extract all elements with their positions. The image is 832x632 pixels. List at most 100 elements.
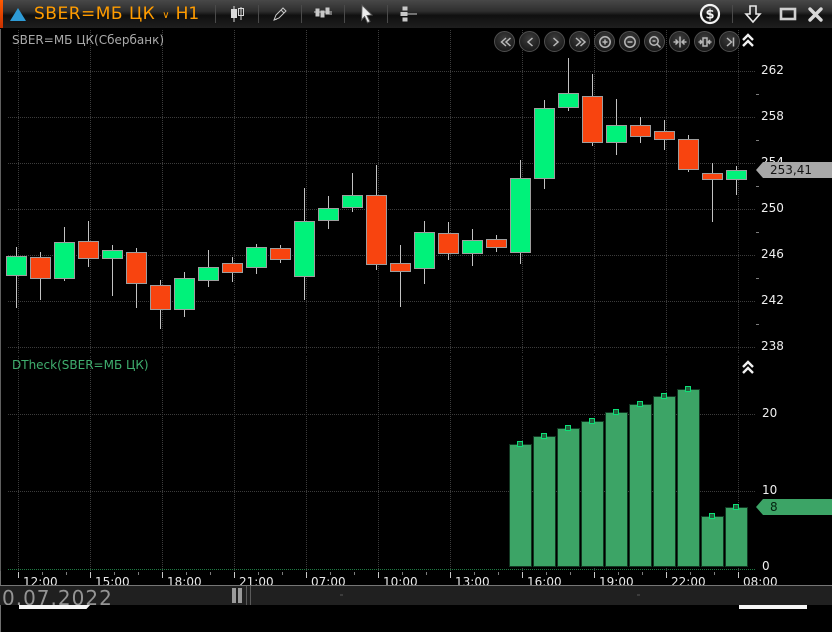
gridline-horizontal [8, 347, 755, 348]
last-price-tag: 253,41 [763, 162, 832, 178]
nav-fast-forward-button[interactable] [569, 31, 590, 52]
time-tick-minor [210, 572, 211, 575]
nav-zoom-in-button[interactable] [594, 31, 615, 52]
gridline-vertical [234, 30, 235, 353]
time-tick-minor [354, 572, 355, 575]
nav-auto-scale-button[interactable] [694, 31, 715, 52]
indicator-bar [653, 396, 676, 567]
toolbar-separator [732, 5, 733, 23]
time-tick-minor [618, 572, 619, 575]
gridline-vertical [666, 30, 667, 353]
nav-compress-horizontal-button[interactable] [669, 31, 690, 52]
candle [486, 239, 507, 248]
time-tick-major [306, 572, 307, 578]
download-arrow-icon[interactable] [744, 4, 762, 24]
candle [174, 278, 195, 310]
nav-step-forward-button[interactable] [544, 31, 565, 52]
nav-go-to-end-button[interactable] [719, 31, 740, 52]
restore-window-icon[interactable] [779, 7, 797, 21]
indicator-bar [533, 436, 556, 567]
gridline-vertical [306, 30, 307, 353]
value-axis-label: 10 [762, 483, 777, 497]
price-axis-minor-tick [756, 324, 759, 325]
value-axis-label: 20 [762, 406, 777, 420]
scrollbar-thumb[interactable] [232, 588, 236, 603]
status-separator [250, 586, 251, 605]
svg-text:$: $ [705, 8, 714, 23]
gridline-vertical [306, 356, 307, 571]
nav-zoom-selection-button[interactable] [644, 31, 665, 52]
indicator-bar-marker [565, 425, 571, 431]
indicator-bar [701, 516, 724, 567]
toolbar: SBER=МБ ЦК ∨ H1 [0, 0, 832, 29]
indicator-zero-line [8, 569, 755, 570]
indicator-bar [629, 404, 652, 567]
collapse-indicator-panel-icon[interactable] [741, 359, 755, 379]
indicator-bar [509, 444, 532, 567]
time-tick-major [234, 572, 235, 578]
time-tick-major [378, 572, 379, 578]
draw-pencil-icon[interactable] [265, 2, 295, 26]
price-axis-label: 242 [761, 293, 784, 307]
candle [246, 247, 267, 268]
time-tick-major [162, 572, 163, 578]
toolbar-separator [344, 5, 345, 23]
time-tick-minor [114, 572, 115, 575]
value-axis-label: 0 [762, 559, 770, 573]
chart-nav-toolbar [494, 31, 744, 52]
gridline-vertical [162, 356, 163, 571]
nav-zoom-out-button[interactable] [619, 31, 640, 52]
time-tick-minor [66, 572, 67, 575]
candle [102, 250, 123, 259]
time-tick-major [450, 572, 451, 578]
candle [318, 208, 339, 221]
last-value-tag: 8 [763, 499, 832, 515]
indicator-bar [581, 421, 604, 567]
price-axis-minor-tick [756, 186, 759, 187]
candle [78, 241, 99, 259]
currency-dollar-icon[interactable]: $ [699, 3, 721, 25]
candle [654, 131, 675, 140]
app-logo-icon [10, 8, 26, 21]
gridline-horizontal [8, 163, 755, 164]
status-bar: 0.07.2022 [0, 585, 832, 605]
gridline-vertical [90, 30, 91, 353]
close-icon[interactable] [807, 6, 824, 23]
indicator-overlay-icon[interactable] [308, 2, 338, 26]
scrollbar-mark [340, 594, 343, 596]
chevron-down-icon[interactable]: ∨ [162, 10, 169, 21]
gridline-vertical [234, 356, 235, 571]
nav-step-backward-button[interactable] [519, 31, 540, 52]
candlestick-chart-icon[interactable] [222, 2, 252, 26]
candle [558, 93, 579, 108]
candle [390, 263, 411, 272]
time-tick-minor [498, 572, 499, 575]
time-tick-major [18, 572, 19, 578]
price-axis-minor-tick [756, 94, 759, 95]
timeframe-label[interactable]: H1 [176, 4, 200, 24]
price-axis-label: 258 [761, 109, 784, 123]
time-tick-minor [570, 572, 571, 575]
nav-fast-backward-button[interactable] [494, 31, 515, 52]
scrollbar-thumb[interactable] [238, 588, 242, 603]
indicator-bar-marker [517, 441, 523, 447]
indicator-bar-marker [709, 513, 715, 519]
cursor-icon[interactable] [351, 2, 381, 26]
symbol-title[interactable]: SBER=МБ ЦК [34, 4, 155, 24]
gridline-horizontal [8, 117, 755, 118]
price-axis-minor-tick [756, 278, 759, 279]
levels-list-icon[interactable] [394, 2, 424, 26]
price-axis-label: 262 [761, 63, 784, 77]
indicator-bar-marker [733, 504, 739, 510]
time-tick-minor [426, 572, 427, 575]
indicator-bar-marker [685, 386, 691, 392]
toolbar-separator [387, 5, 388, 23]
indicator-bar [605, 412, 628, 567]
time-tick-minor [258, 572, 259, 575]
gridline-vertical [594, 30, 595, 353]
time-tick-major [90, 572, 91, 578]
collapse-panel-up-icon[interactable] [741, 32, 755, 52]
candle [198, 267, 219, 281]
indicator-bar-marker [613, 409, 619, 415]
candle [510, 178, 531, 253]
